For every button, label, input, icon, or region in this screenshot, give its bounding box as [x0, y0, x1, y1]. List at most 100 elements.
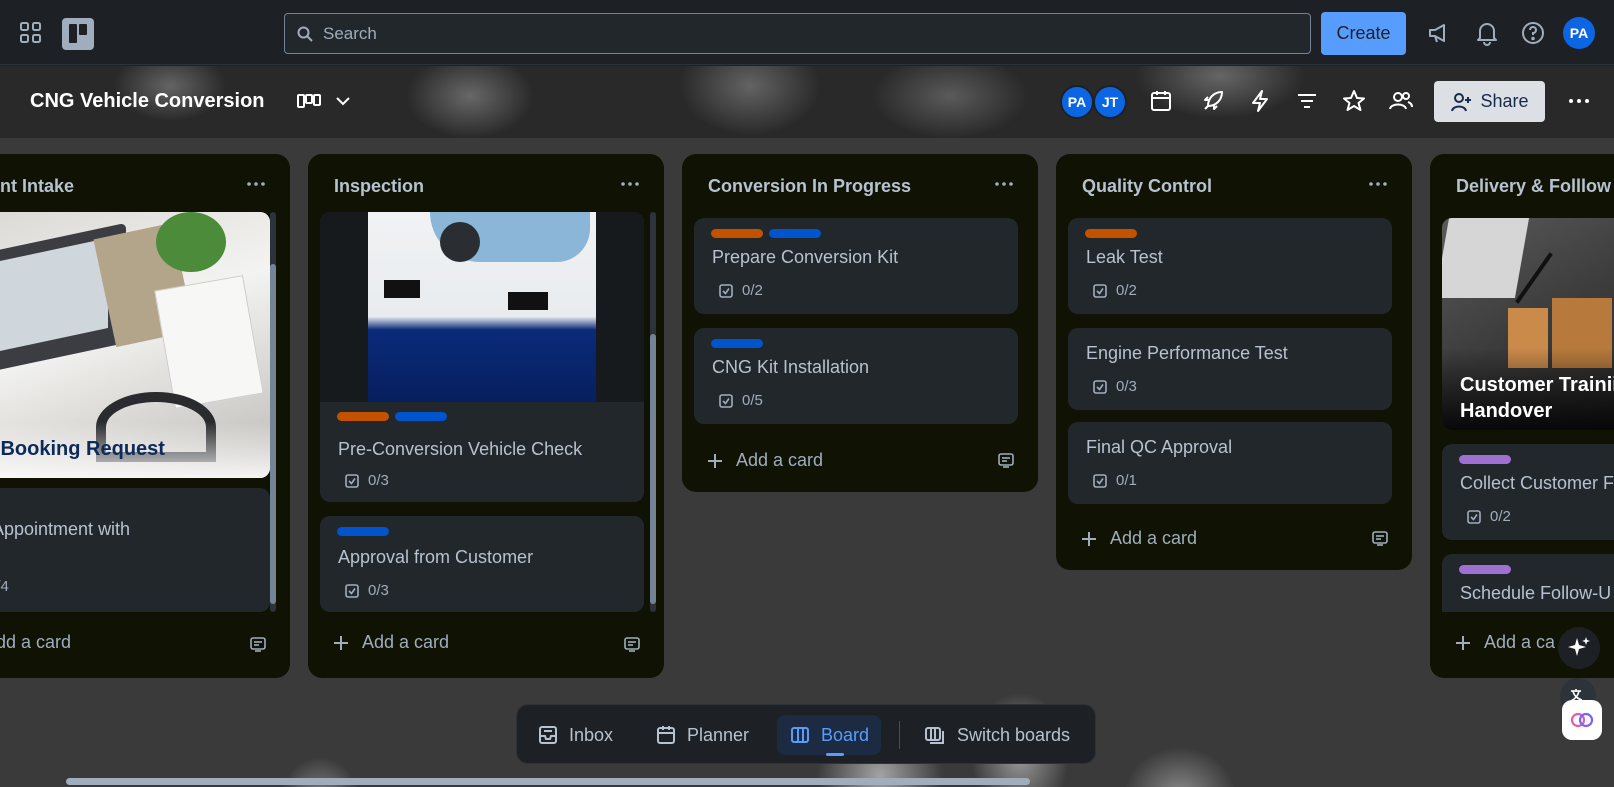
- filter-icon[interactable]: [1294, 88, 1320, 114]
- list-scrollbar-thumb[interactable]: [270, 264, 276, 604]
- inbox-tab[interactable]: Inbox: [525, 715, 625, 755]
- card-final-qc-approval[interactable]: Final QC Approval 0/1: [1068, 422, 1392, 504]
- view-switcher: Inbox Planner Board Switch boards: [516, 704, 1096, 764]
- search-input[interactable]: [323, 23, 1223, 44]
- assistant-brain-icon[interactable]: [1562, 700, 1602, 740]
- card-engine-performance-test[interactable]: Engine Performance Test 0/3: [1068, 328, 1392, 410]
- card-cover-image: [320, 212, 644, 402]
- list-title[interactable]: Delivery & Folllow: [1456, 176, 1611, 197]
- card-prepare-conversion-kit[interactable]: Prepare Conversion Kit 0/2: [694, 218, 1018, 314]
- card-title: CNG Kit Installation: [712, 357, 870, 377]
- card-template-icon[interactable]: [996, 450, 1016, 470]
- checklist-icon: [1092, 379, 1108, 395]
- label-orange: [337, 412, 389, 421]
- add-card-label: Add a ca: [1484, 632, 1556, 652]
- checklist-icon: [344, 583, 360, 599]
- card-template-icon[interactable]: [1370, 528, 1390, 548]
- power-ups-rocket-icon[interactable]: [1200, 88, 1226, 114]
- list-inspection: Inspection Pre-Conversion Vehicle Check …: [308, 154, 664, 678]
- checklist-icon: [718, 393, 734, 409]
- checklist-count: 0/3: [368, 582, 389, 599]
- card-title: Approval from Customer: [338, 547, 534, 567]
- card-title-line1: firm Appointment with: [0, 519, 131, 539]
- star-icon[interactable]: [1341, 88, 1367, 114]
- help-icon[interactable]: [1520, 20, 1546, 46]
- search-icon: [297, 26, 313, 42]
- checklist-count: 0/2: [1490, 508, 1511, 525]
- list-more-icon[interactable]: [244, 172, 268, 196]
- add-card-button[interactable]: Add a card: [706, 450, 823, 471]
- calendar-power-up-icon[interactable]: [1148, 88, 1174, 114]
- chevron-down-icon[interactable]: [330, 88, 356, 114]
- board-tab[interactable]: Board: [777, 715, 882, 755]
- card-schedule-follow-up[interactable]: Schedule Follow-U: [1442, 554, 1614, 612]
- megaphone-icon[interactable]: [1426, 20, 1452, 46]
- card-template-icon[interactable]: [622, 634, 642, 654]
- ai-sparkle-icon[interactable]: [1558, 627, 1600, 669]
- board-view-icon[interactable]: [296, 88, 322, 114]
- search-bar[interactable]: [284, 13, 1311, 54]
- add-card-button[interactable]: dd a card: [0, 632, 71, 653]
- checklist-count: 0/1: [1116, 472, 1137, 489]
- card-pre-conversion-vehicle-check[interactable]: Pre-Conversion Vehicle Check 0/3: [320, 212, 644, 502]
- list-more-icon[interactable]: [618, 172, 642, 196]
- user-avatar[interactable]: PA: [1563, 17, 1595, 49]
- checklist-count: 0/4: [0, 578, 9, 595]
- list-scrollbar-thumb[interactable]: [650, 334, 656, 604]
- checklist-count: 0/3: [368, 472, 389, 489]
- automation-lightning-icon[interactable]: [1247, 88, 1273, 114]
- planner-tab[interactable]: Planner: [643, 715, 761, 755]
- card-title: Schedule Follow-U: [1460, 583, 1612, 603]
- add-person-icon: [1450, 91, 1472, 113]
- add-card-label: dd a card: [0, 632, 72, 652]
- card-cng-kit-installation[interactable]: CNG Kit Installation 0/5: [694, 328, 1018, 424]
- horizontal-scrollbar-thumb[interactable]: [66, 778, 1030, 785]
- share-button[interactable]: Share: [1434, 81, 1545, 122]
- list-title[interactable]: Inspection: [334, 176, 424, 197]
- board-title[interactable]: CNG Vehicle Conversion: [30, 90, 265, 113]
- checklist-count: 0/2: [1116, 282, 1137, 299]
- card-confirm-appointment[interactable]: firm Appointment with omer 0/4: [0, 488, 270, 612]
- checklist-count: 0/2: [742, 282, 763, 299]
- switch-boards-tab[interactable]: Switch boards: [911, 715, 1082, 755]
- card-template-icon[interactable]: [248, 634, 268, 654]
- list-more-icon[interactable]: [992, 172, 1016, 196]
- switcher-divider: [899, 721, 900, 749]
- checklist-icon: [1466, 509, 1482, 525]
- label-blue: [769, 229, 821, 238]
- checklist-badge: 0/3: [344, 472, 389, 489]
- checklist-badge: 0/4: [0, 578, 9, 595]
- card-leak-test[interactable]: Leak Test 0/2: [1068, 218, 1392, 314]
- visibility-workspace-icon[interactable]: [1388, 88, 1414, 114]
- plus-icon: [332, 634, 350, 652]
- board-menu-more-icon[interactable]: [1566, 88, 1592, 114]
- list-conversion-in-progress: Conversion In Progress Prepare Conversio…: [682, 154, 1038, 492]
- member-avatar-jt[interactable]: JT: [1093, 85, 1127, 119]
- create-button[interactable]: Create: [1321, 12, 1406, 55]
- app-switcher-icon[interactable]: [18, 20, 44, 46]
- active-tab-indicator: [826, 753, 844, 756]
- planner-label: Planner: [687, 724, 750, 745]
- list-title[interactable]: nt Intake: [0, 176, 74, 197]
- add-card-button[interactable]: Add a card: [1080, 528, 1197, 549]
- checklist-badge: 0/2: [1092, 282, 1137, 299]
- card-receive-booking-request[interactable]: eive Booking Request: [0, 212, 270, 478]
- add-card-label: Add a card: [1110, 528, 1198, 548]
- add-card-button[interactable]: Add a card: [332, 632, 449, 653]
- card-collect-customer-feedback[interactable]: Collect Customer F 0/2: [1442, 444, 1614, 540]
- list-title[interactable]: Quality Control: [1082, 176, 1212, 197]
- share-label: Share: [1480, 91, 1529, 111]
- checklist-badge: 0/3: [1092, 378, 1137, 395]
- card-customer-training-handover[interactable]: Customer Trainii Handover: [1442, 218, 1614, 430]
- list-title[interactable]: Conversion In Progress: [708, 176, 911, 197]
- label-orange: [1085, 229, 1137, 238]
- notifications-bell-icon[interactable]: [1474, 20, 1500, 46]
- list-more-icon[interactable]: [1366, 172, 1390, 196]
- member-avatar-pa[interactable]: PA: [1060, 85, 1094, 119]
- trello-logo-icon[interactable]: [62, 18, 94, 50]
- add-card-button[interactable]: Add a ca: [1454, 632, 1555, 653]
- card-approval-from-customer[interactable]: Approval from Customer 0/3: [320, 516, 644, 612]
- planner-calendar-icon: [655, 724, 677, 746]
- label-orange: [711, 229, 763, 238]
- label-purple: [1459, 455, 1511, 464]
